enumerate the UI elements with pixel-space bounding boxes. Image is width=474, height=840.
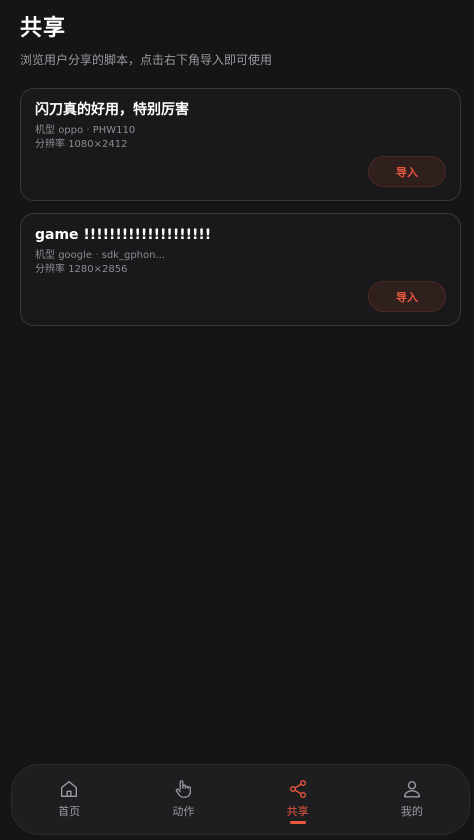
- model-label: 机型: [35, 125, 55, 136]
- resolution-value: 1080×2412: [68, 139, 128, 150]
- hand-pointer-icon: [176, 780, 192, 798]
- tab-label: 我的: [400, 805, 423, 818]
- device-brand: oppo: [58, 125, 84, 136]
- script-title: game !!!!!!!!!!!!!!!!!!!!: [35, 227, 212, 243]
- meta-separator: ·: [86, 125, 90, 136]
- tab-label: 动作: [172, 805, 195, 818]
- tab-label: 共享: [286, 805, 309, 818]
- resolution-line: 分辨率 1280×2856: [35, 263, 127, 277]
- page-subtitle: 浏览用户分享的脚本，点击右下角导入即可使用: [20, 53, 273, 67]
- shared-script-card[interactable]: 闪刀真的好用，特别厉害 机型 oppo · PHW110 分辨率 1080×24…: [20, 88, 461, 201]
- tab-share[interactable]: 共享: [241, 765, 355, 834]
- share-page: 共享 浏览用户分享的脚本，点击右下角导入即可使用 闪刀真的好用，特别厉害 机型 …: [0, 0, 474, 840]
- resolution-label: 分辨率: [35, 264, 65, 275]
- model-label: 机型: [35, 250, 55, 261]
- device-model-line: 机型 oppo · PHW110: [35, 124, 135, 138]
- page-header: 共享 浏览用户分享的脚本，点击右下角导入即可使用: [20, 14, 454, 68]
- resolution-value: 1280×2856: [68, 264, 128, 275]
- user-icon: [403, 781, 420, 798]
- device-model-line: 机型 google · sdk_gphon...: [35, 249, 165, 263]
- meta-separator: ·: [95, 250, 99, 261]
- shared-script-list: 闪刀真的好用，特别厉害 机型 oppo · PHW110 分辨率 1080×24…: [20, 88, 461, 338]
- device-model: PHW110: [92, 125, 136, 136]
- script-title: 闪刀真的好用，特别厉害: [35, 102, 189, 118]
- bottom-tab-bar: 首页 动作 共享 我的: [11, 764, 470, 835]
- share-icon: [289, 780, 306, 798]
- resolution-label: 分辨率: [35, 139, 65, 150]
- import-button[interactable]: 导入: [368, 281, 446, 312]
- import-button[interactable]: 导入: [368, 156, 446, 187]
- device-brand: google: [58, 250, 93, 261]
- page-title: 共享: [20, 16, 67, 41]
- resolution-line: 分辨率 1080×2412: [35, 138, 127, 152]
- active-tab-indicator: [289, 821, 306, 824]
- shared-script-card[interactable]: game !!!!!!!!!!!!!!!!!!!! 机型 google · sd…: [20, 213, 461, 326]
- home-icon: [61, 780, 78, 798]
- tab-actions[interactable]: 动作: [126, 765, 240, 834]
- tab-profile[interactable]: 我的: [355, 765, 469, 834]
- tab-label: 首页: [58, 805, 81, 818]
- tab-home[interactable]: 首页: [12, 765, 126, 834]
- device-model: sdk_gphon...: [101, 250, 165, 261]
